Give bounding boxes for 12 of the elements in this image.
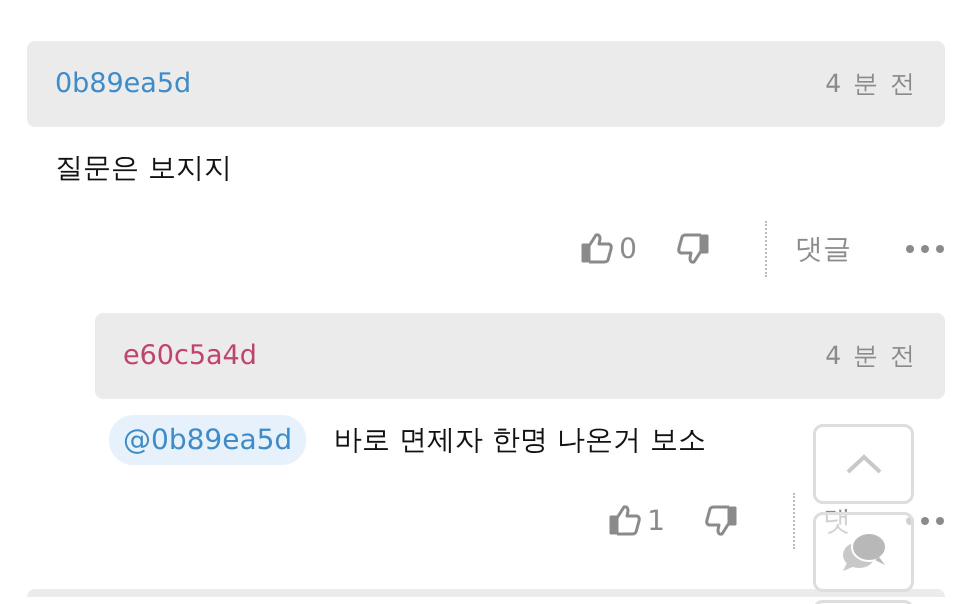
comment-author[interactable]: e60c5a4d xyxy=(123,336,257,376)
like-count: 1 xyxy=(647,503,665,539)
reply-link[interactable]: 댓글 xyxy=(795,228,851,270)
comment-author[interactable]: 0b89ea5d xyxy=(55,64,192,104)
like-count: 0 xyxy=(619,231,637,267)
comment-time: 4 분 전 xyxy=(825,68,917,100)
more-icon[interactable] xyxy=(905,244,945,254)
comment-text: 바로 면제자 한명 나온거 보소 xyxy=(334,422,706,458)
mention-tag[interactable]: @0b89ea5d xyxy=(109,415,306,465)
comment-time: 4 분 전 xyxy=(825,340,917,372)
comment-text: 질문은 보지지 xyxy=(55,150,232,186)
more-icon[interactable] xyxy=(905,516,945,526)
